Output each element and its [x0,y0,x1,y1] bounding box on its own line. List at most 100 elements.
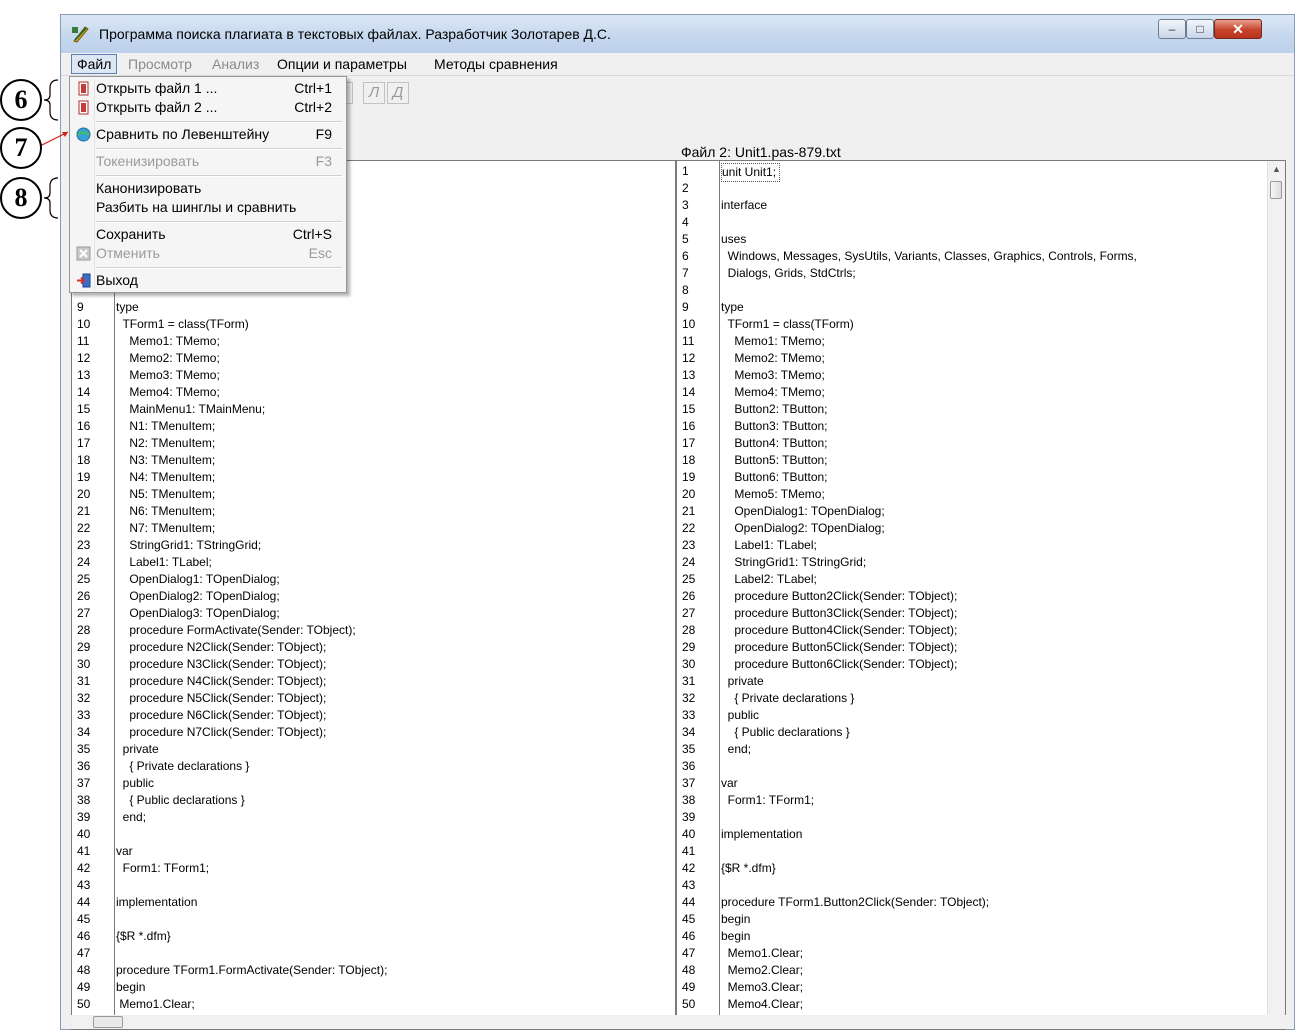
shingles-label: Разбить на шинглы и сравнить [96,199,297,215]
title-bar[interactable]: Программа поиска плагиата в текстовых фа… [61,15,1294,53]
line-number: 33 [682,708,696,722]
line-text: MainMenu1: TMainMenu; [116,402,266,416]
scroll-up-icon[interactable]: ▲ [1268,161,1285,178]
line-text: Label2: TLabel; [721,572,817,586]
line-number: 40 [77,827,91,841]
line-text: {$R *.dfm} [116,929,171,943]
close-icon: ✕ [1232,21,1244,37]
code-line: 30 procedure Button6Click(Sender: TObjec… [677,656,1285,673]
menu-separator [96,148,342,150]
line-number: 25 [682,572,696,586]
line-text: Memo2: TMemo; [116,351,220,365]
cancel-x-icon [76,246,91,261]
code-line: 8 [677,282,1285,299]
line-number: 6 [682,249,689,263]
line-number: 42 [682,861,696,875]
right-vertical-scrollbar[interactable]: ▲ ▼ [1267,161,1285,1029]
code-line: 12 Memo2: TMemo; [72,350,675,367]
line-text: begin [721,929,751,943]
line-text: procedure N2Click(Sender: TObject); [116,640,327,654]
line-number: 29 [77,640,91,654]
code-line: 39 end; [72,809,675,826]
code-line: 27 procedure Button3Click(Sender: TObjec… [677,605,1285,622]
line-text: StringGrid1: TStringGrid; [116,538,262,552]
menu-analysis[interactable]: Анализ [207,54,264,74]
line-text: Memo3.Clear; [721,980,804,994]
line-text: Memo1.Clear; [116,997,195,1011]
line-text: OpenDialog1: TOpenDialog; [721,504,885,518]
line-number: 25 [77,572,91,586]
line-number: 40 [682,827,696,841]
code-line: 15 MainMenu1: TMainMenu; [72,401,675,418]
line-number: 17 [682,436,696,450]
code-line: 26 procedure Button2Click(Sender: TObjec… [677,588,1285,605]
code-line: 14 Memo4: TMemo; [677,384,1285,401]
line-number: 16 [77,419,91,433]
line-text: OpenDialog2: TOpenDialog; [116,589,280,603]
code-line: 47 Memo1.Clear; [677,945,1285,962]
toolbar-button-l[interactable]: Л [363,82,385,104]
line-text: begin [721,912,751,926]
line-text: Button3: TButton; [721,419,828,433]
menu-item-open-file2[interactable]: Открыть файл 2 ... Ctrl+2 [72,98,344,117]
menu-item-tokenize[interactable]: Токенизировать F3 [72,152,344,171]
menu-compare-methods[interactable]: Методы сравнения [429,54,563,74]
annotation-callout-7: 7 [0,127,42,169]
horizontal-scrollbar[interactable] [71,1015,1286,1029]
code-line: 34 procedure N7Click(Sender: TObject); [72,724,675,741]
line-text: Form1: TForm1; [721,793,815,807]
code-line: 47 [72,945,675,962]
right-memo[interactable]: 1 unit Unit1; 2 3 interface 4 5 uses 6 Windows, … [676,160,1286,1030]
line-text: N4: TMenuItem; [116,470,216,484]
line-text: type [721,300,744,314]
code-line: 9 type [677,299,1285,316]
code-line: 21 N6: TMenuItem; [72,503,675,520]
line-text: StringGrid1: TStringGrid; [721,555,867,569]
line-text: TForm1 = class(TForm) [721,317,854,331]
close-button[interactable]: ✕ [1214,19,1262,39]
code-line: 20 N5: TMenuItem; [72,486,675,503]
code-line: 35 end; [677,741,1285,758]
line-number: 16 [682,419,696,433]
line-text: procedure N5Click(Sender: TObject); [116,691,327,705]
menu-item-exit[interactable]: Выход [72,271,344,290]
hscroll-thumb[interactable] [93,1016,123,1028]
code-line: 13 Memo3: TMemo; [72,367,675,384]
code-line: 32 { Private declarations } [677,690,1285,707]
line-text: implementation [116,895,198,909]
line-text: procedure N4Click(Sender: TObject); [116,674,327,688]
line-text: private [116,742,159,756]
menu-item-open-file1[interactable]: Открыть файл 1 ... Ctrl+1 [72,79,344,98]
menu-item-cancel[interactable]: Отменить Esc [72,244,344,263]
maximize-button[interactable]: □ [1186,19,1214,39]
line-number: 26 [682,589,696,603]
line-number: 33 [77,708,91,722]
canonize-label: Канонизировать [96,180,202,196]
open-file1-shortcut: Ctrl+1 [294,80,332,96]
code-line: 44 procedure TForm1.Button2Click(Sender: … [677,894,1285,911]
code-line: 35 private [72,741,675,758]
annotation-callout-6: 6 [0,79,42,121]
menu-item-shingles[interactable]: Разбить на шинглы и сравнить [72,198,344,217]
annotation-callout-8: 8 [0,177,42,219]
code-line: 2 [677,180,1285,197]
menu-view[interactable]: Просмотр [123,54,197,74]
line-number: 31 [77,674,91,688]
menu-item-compare-levenshtein[interactable]: Сравнить по Левенштейну F9 [72,125,344,144]
menu-options[interactable]: Опции и параметры [272,54,412,74]
line-number: 22 [77,521,91,535]
line-number: 20 [77,487,91,501]
line-text: Button2: TButton; [721,402,828,416]
minimize-button[interactable]: – [1158,19,1186,39]
line-text: var [116,844,133,858]
menu-item-save[interactable]: Сохранить Ctrl+S [72,225,344,244]
scroll-thumb[interactable] [1270,181,1282,199]
line-text: { Private declarations } [721,691,855,705]
code-line: 43 [677,877,1285,894]
line-text: private [721,674,764,688]
line-number: 46 [682,929,696,943]
menu-item-canonize[interactable]: Канонизировать [72,179,344,198]
line-number: 8 [682,283,689,297]
line-number: 12 [77,351,91,365]
toolbar-button-d[interactable]: Д [387,82,409,104]
